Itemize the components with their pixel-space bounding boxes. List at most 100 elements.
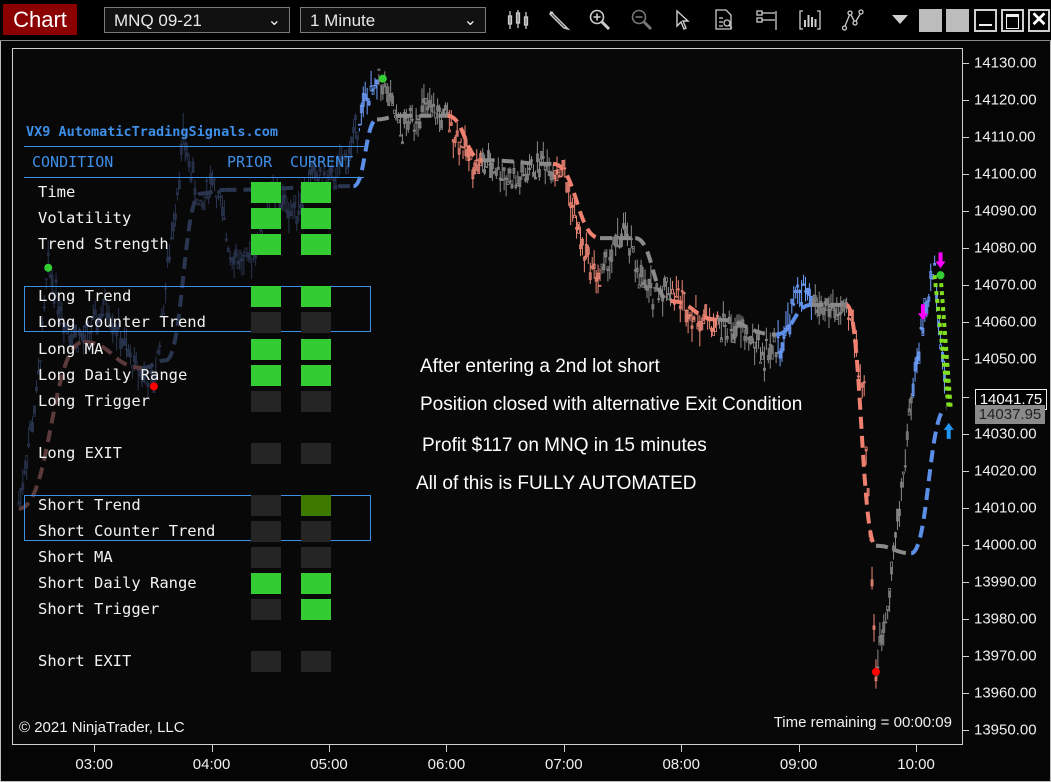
condition-label: Short Counter Trend [38,522,216,540]
y-tick [963,618,969,620]
condition-label: Long Daily Range [38,366,188,384]
candle-body [213,178,216,181]
y-tick-label: 13980.00 [974,610,1037,628]
x-tick [681,745,683,752]
link-button-1[interactable] [919,9,942,32]
prior-status-cell [251,495,281,516]
condition-label: Long Trigger [38,392,150,410]
candle-body [461,146,465,149]
current-status-cell [301,208,331,229]
y-tick [963,507,969,509]
cursor-icon[interactable] [670,7,696,33]
prior-status-cell [251,547,281,568]
candle-body [637,284,641,289]
bar-type-icon[interactable] [505,7,531,33]
close-button[interactable]: ✕ [1028,9,1050,32]
prior-status-cell [251,573,281,594]
short-entry-arrow-icon [935,252,946,269]
condition-label: Short Trigger [38,600,160,618]
y-tick [963,581,969,583]
candle-body [674,295,678,298]
condition-label: Volatility [38,209,132,227]
maximize-icon [1006,14,1019,29]
current-status-cell [301,286,331,307]
candle-body [393,109,396,114]
y-tick-label: 14020.00 [974,462,1037,480]
candle-body [377,68,381,71]
x-tick [798,745,800,752]
y-tick-label: 14030.00 [974,425,1037,443]
y-tick [963,248,969,250]
dropdown-arrow-icon[interactable] [892,15,908,24]
prior-status-cell [251,365,281,386]
close-icon: ✕ [1030,9,1048,31]
candle-body [901,471,905,475]
link-button-2[interactable] [946,9,969,32]
time-remaining: Time remaining = 00:00:09 [773,714,952,731]
y-tick-label: 14070.00 [974,276,1037,294]
minimize-button[interactable] [974,9,997,32]
x-tick [94,745,96,752]
x-tick-label: 03:00 [75,756,113,773]
green-signal-dot [378,74,387,83]
current-status-cell [301,599,331,620]
annotation-line-4: All of this is FULLY AUTOMATED [416,473,697,494]
y-tick [963,433,969,435]
properties-icon[interactable] [754,7,780,33]
candle-body [671,288,674,295]
condition-label: Short MA [38,548,113,566]
candle-body [238,250,242,254]
condition-label: Trend Strength [38,235,169,253]
chart-title-tab[interactable]: Chart [3,4,77,35]
candle-body [434,112,438,119]
y-tick [963,62,969,64]
current-status-cell [301,573,331,594]
indicators-icon[interactable] [797,7,823,33]
y-tick [963,544,969,546]
trend-line-segment [844,302,878,548]
candle-body [506,181,510,185]
candle-body [759,361,762,364]
maximize-button[interactable] [1001,9,1024,32]
y-tick-label: 14130.00 [974,54,1037,72]
current-status-cell [301,495,331,516]
condition-label: Long EXIT [38,444,122,462]
candle-body [884,621,888,624]
x-tick-label: 05:00 [310,756,348,773]
y-tick-label: 14060.00 [974,313,1037,331]
prior-status-cell [251,391,281,412]
zoom-out-icon[interactable] [629,7,655,33]
candle-body [598,284,602,287]
annotation-line-2: Position closed with alternative Exit Co… [420,394,803,415]
candle-body [44,278,48,281]
y-tick-label: 14000.00 [974,536,1037,554]
prior-status-cell [251,339,281,360]
condition-label: Long MA [38,340,104,358]
pencil-draw-icon[interactable] [546,7,572,33]
zoom-in-icon[interactable] [587,7,613,33]
condition-label: Short Trend [38,496,141,514]
y-tick-label: 14120.00 [974,91,1037,109]
long-entry-arrow-icon [943,422,954,439]
strategies-icon[interactable] [840,7,866,33]
candle-body [357,123,361,126]
x-tick [329,745,330,752]
current-status-cell [301,651,331,672]
x-tick-label: 09:00 [779,756,818,773]
x-tick [446,745,448,752]
instrument-value: MNQ 09-21 [114,11,202,30]
instrument-selector[interactable]: MNQ 09-21 ⌄ [104,7,290,33]
time-axis[interactable]: 03:00 04:00 05:00 06:00 07:00 08:00 09:00 10:00 [12,745,963,780]
current-status-cell [301,312,331,333]
y-tick-label: 14050.00 [974,350,1037,368]
prior-status-cell [251,599,281,620]
x-tick-label: 06:00 [427,756,466,773]
data-box-icon[interactable] [711,7,737,33]
candle-body [397,119,400,124]
panel-title: VX9 AutomaticTradingSignals.com [26,124,278,140]
y-tick [963,174,969,176]
interval-selector[interactable]: 1 Minute ⌄ [300,7,486,33]
y-tick [963,470,969,472]
y-tick [963,285,969,287]
copyright-text: © 2021 NinjaTrader, LLC [19,719,185,736]
